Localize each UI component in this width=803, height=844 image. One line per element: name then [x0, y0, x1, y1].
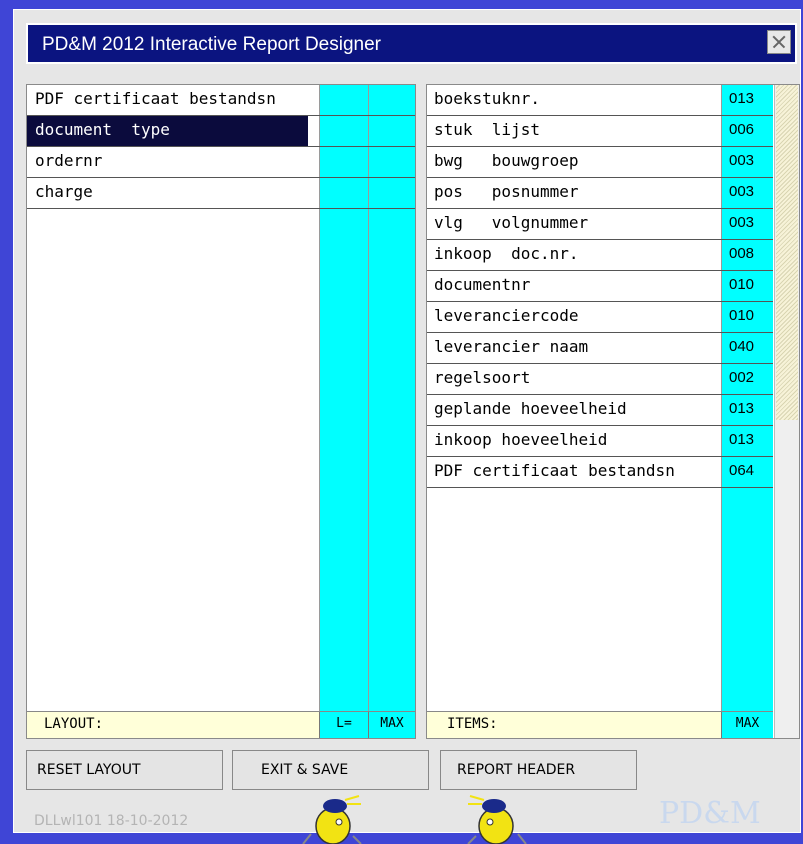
item-max: 013	[729, 400, 755, 417]
layout-row[interactable]: ordernr	[27, 147, 415, 178]
item-row[interactable]: leverancier naam 040	[427, 333, 773, 364]
layout-row-label: PDF certificaat bestandsn	[35, 89, 276, 108]
item-row[interactable]: geplande hoeveelheid 013	[427, 395, 773, 426]
item-max: 008	[729, 245, 755, 262]
item-label: stuk lijst	[434, 120, 540, 139]
item-row[interactable]: inkoop hoeveelheid 013	[427, 426, 773, 457]
exit-save-label: EXIT & SAVE	[261, 762, 349, 778]
reset-layout-label: RESET LAYOUT	[37, 762, 141, 778]
item-label: pos posnummer	[434, 182, 579, 201]
exit-save-button[interactable]: EXIT & SAVE	[232, 750, 429, 790]
report-header-button[interactable]: REPORT HEADER	[440, 750, 637, 790]
item-label: geplande hoeveelheid	[434, 399, 627, 418]
items-footer-label: ITEMS:	[447, 716, 498, 732]
item-label: leveranciercode	[434, 306, 579, 325]
item-label: regelsoort	[434, 368, 531, 387]
items-scrollbar[interactable]	[774, 85, 799, 738]
item-row[interactable]: documentnr 010	[427, 271, 773, 302]
layout-panel: PDF certificaat bestandsn document type …	[26, 84, 416, 739]
layout-row-selected[interactable]: document type	[27, 116, 415, 147]
item-max: 010	[729, 307, 755, 324]
item-row[interactable]: stuk lijst 006	[427, 116, 773, 147]
item-label: PDF certificaat bestandsn	[434, 461, 675, 480]
layout-max-header: MAX	[368, 712, 415, 738]
item-label: vlg volgnummer	[434, 213, 589, 232]
layout-row-label: document type	[35, 120, 170, 139]
close-icon[interactable]	[767, 30, 791, 54]
version-status: DLLwl101 18-10-2012	[34, 813, 189, 829]
item-max: 003	[729, 183, 755, 200]
title-bar: PD&M 2012 Interactive Report Designer	[26, 23, 797, 64]
layout-row-label: ordernr	[35, 151, 103, 170]
item-max: 003	[729, 152, 755, 169]
report-designer-window: PD&M 2012 Interactive Report Designer PD…	[13, 9, 801, 844]
item-row[interactable]: regelsoort 002	[427, 364, 773, 395]
report-header-label: REPORT HEADER	[457, 762, 576, 778]
item-max: 013	[729, 431, 755, 448]
layout-footer-label: LAYOUT:	[44, 716, 104, 732]
item-row[interactable]: vlg volgnummer 003	[427, 209, 773, 240]
item-max: 006	[729, 121, 755, 138]
item-max: 003	[729, 214, 755, 231]
item-label: documentnr	[434, 275, 531, 294]
item-label: inkoop hoeveelheid	[434, 430, 608, 449]
items-footer: ITEMS: MAX	[427, 711, 773, 738]
item-max: 010	[729, 276, 755, 293]
item-max: 002	[729, 369, 755, 386]
mascot-icon	[302, 795, 362, 844]
window-title: PD&M 2012 Interactive Report Designer	[42, 34, 381, 55]
item-max: 040	[729, 338, 755, 355]
item-row[interactable]: leveranciercode 010	[427, 302, 773, 333]
item-max: 013	[729, 90, 755, 107]
items-max-header: MAX	[721, 712, 773, 738]
item-row[interactable]: PDF certificaat bestandsn 064	[427, 457, 773, 488]
mascot-icon	[467, 795, 527, 844]
scrollbar-thumb[interactable]	[776, 85, 798, 420]
item-label: bwg bouwgroep	[434, 151, 579, 170]
item-row[interactable]: bwg bouwgroep 003	[427, 147, 773, 178]
item-row[interactable]: boekstuknr. 013	[427, 85, 773, 116]
item-row[interactable]: inkoop doc.nr. 008	[427, 240, 773, 271]
item-max: 064	[729, 462, 755, 479]
item-label: boekstuknr.	[434, 89, 540, 108]
layout-row[interactable]: PDF certificaat bestandsn	[27, 85, 415, 116]
item-label: leverancier naam	[434, 337, 589, 356]
layout-row[interactable]: charge	[27, 178, 415, 209]
item-label: inkoop doc.nr.	[434, 244, 579, 263]
layout-row-label: charge	[35, 182, 93, 201]
item-row[interactable]: pos posnummer 003	[427, 178, 773, 209]
layout-footer: LAYOUT: L= MAX	[27, 711, 415, 738]
layout-length-header: L=	[319, 712, 368, 738]
pdm-logo: PD&M	[659, 796, 761, 831]
reset-layout-button[interactable]: RESET LAYOUT	[26, 750, 223, 790]
items-panel: boekstuknr. 013 stuk lijst 006 bwg bouwg…	[426, 84, 800, 739]
